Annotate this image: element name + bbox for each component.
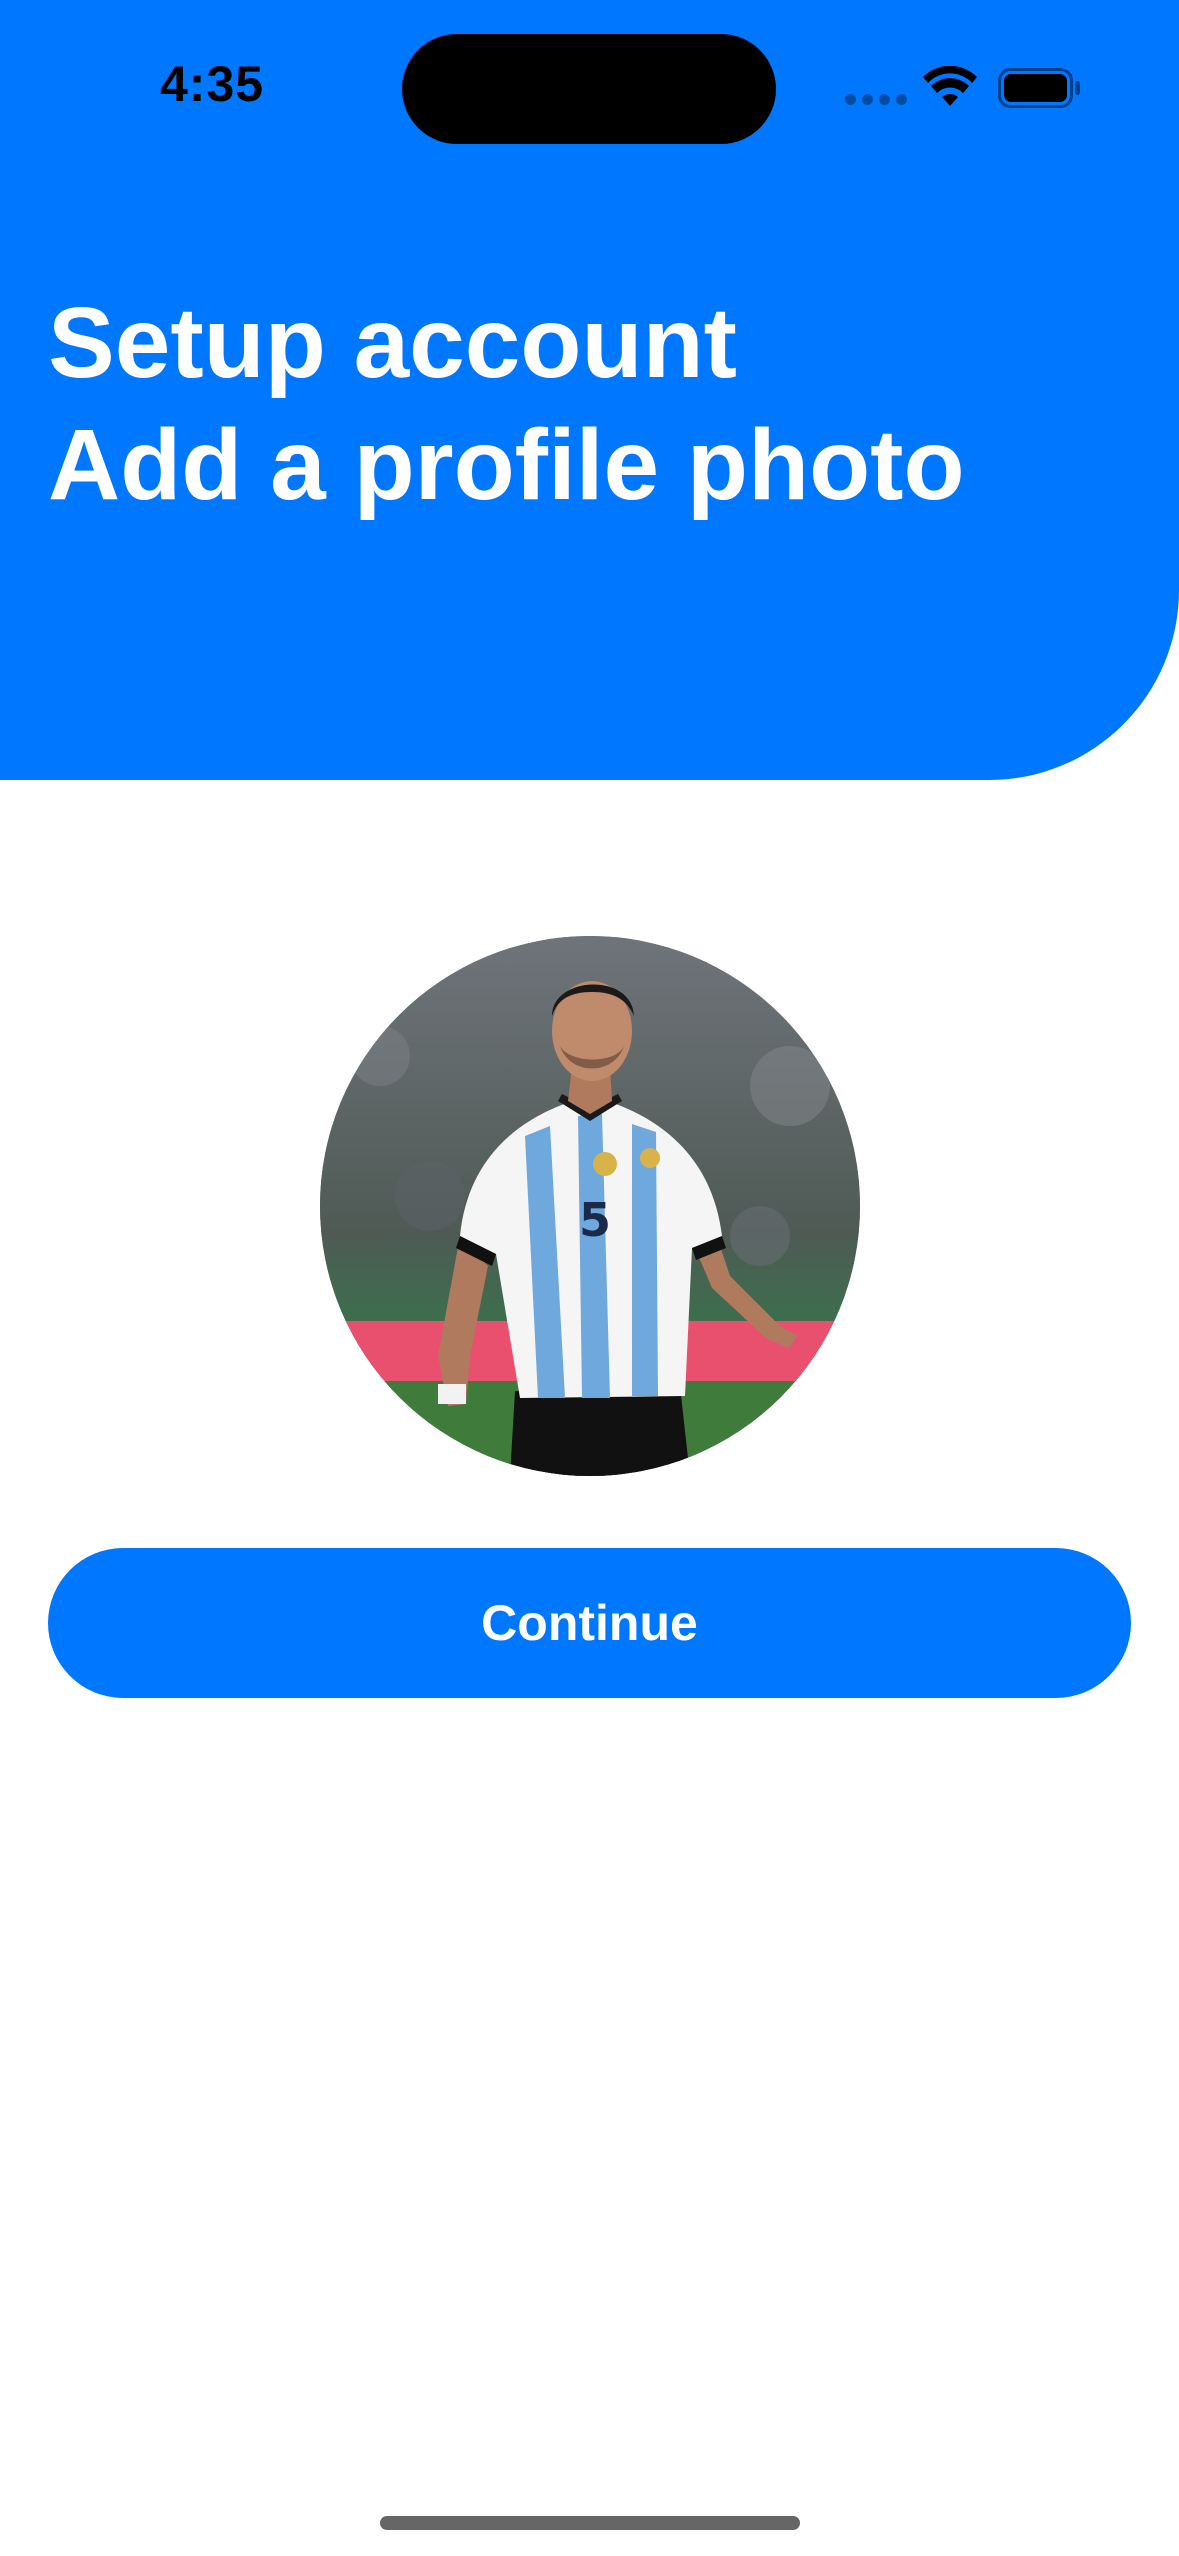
status-bar: 4:35 — [0, 0, 1179, 150]
page-title: Setup account Add a profile photo — [48, 282, 965, 526]
title-setup-account: Setup account — [48, 287, 737, 399]
home-indicator[interactable] — [380, 2516, 800, 2530]
cellular-signal-icon — [845, 94, 907, 106]
continue-button[interactable]: Continue — [48, 1548, 1131, 1698]
setup-account-screen: 4:35 Setup account Add a profile photo 5… — [0, 0, 1179, 2556]
status-time: 4:35 — [160, 56, 265, 112]
profile-photo-image: 5 — [320, 936, 860, 1476]
title-add-profile-photo: Add a profile photo — [48, 409, 965, 521]
dynamic-island — [402, 34, 776, 144]
wifi-icon — [923, 66, 977, 106]
battery-icon — [998, 68, 1080, 108]
profile-photo-avatar[interactable]: 5 — [320, 936, 860, 1476]
svg-text:5: 5 — [579, 1193, 611, 1247]
